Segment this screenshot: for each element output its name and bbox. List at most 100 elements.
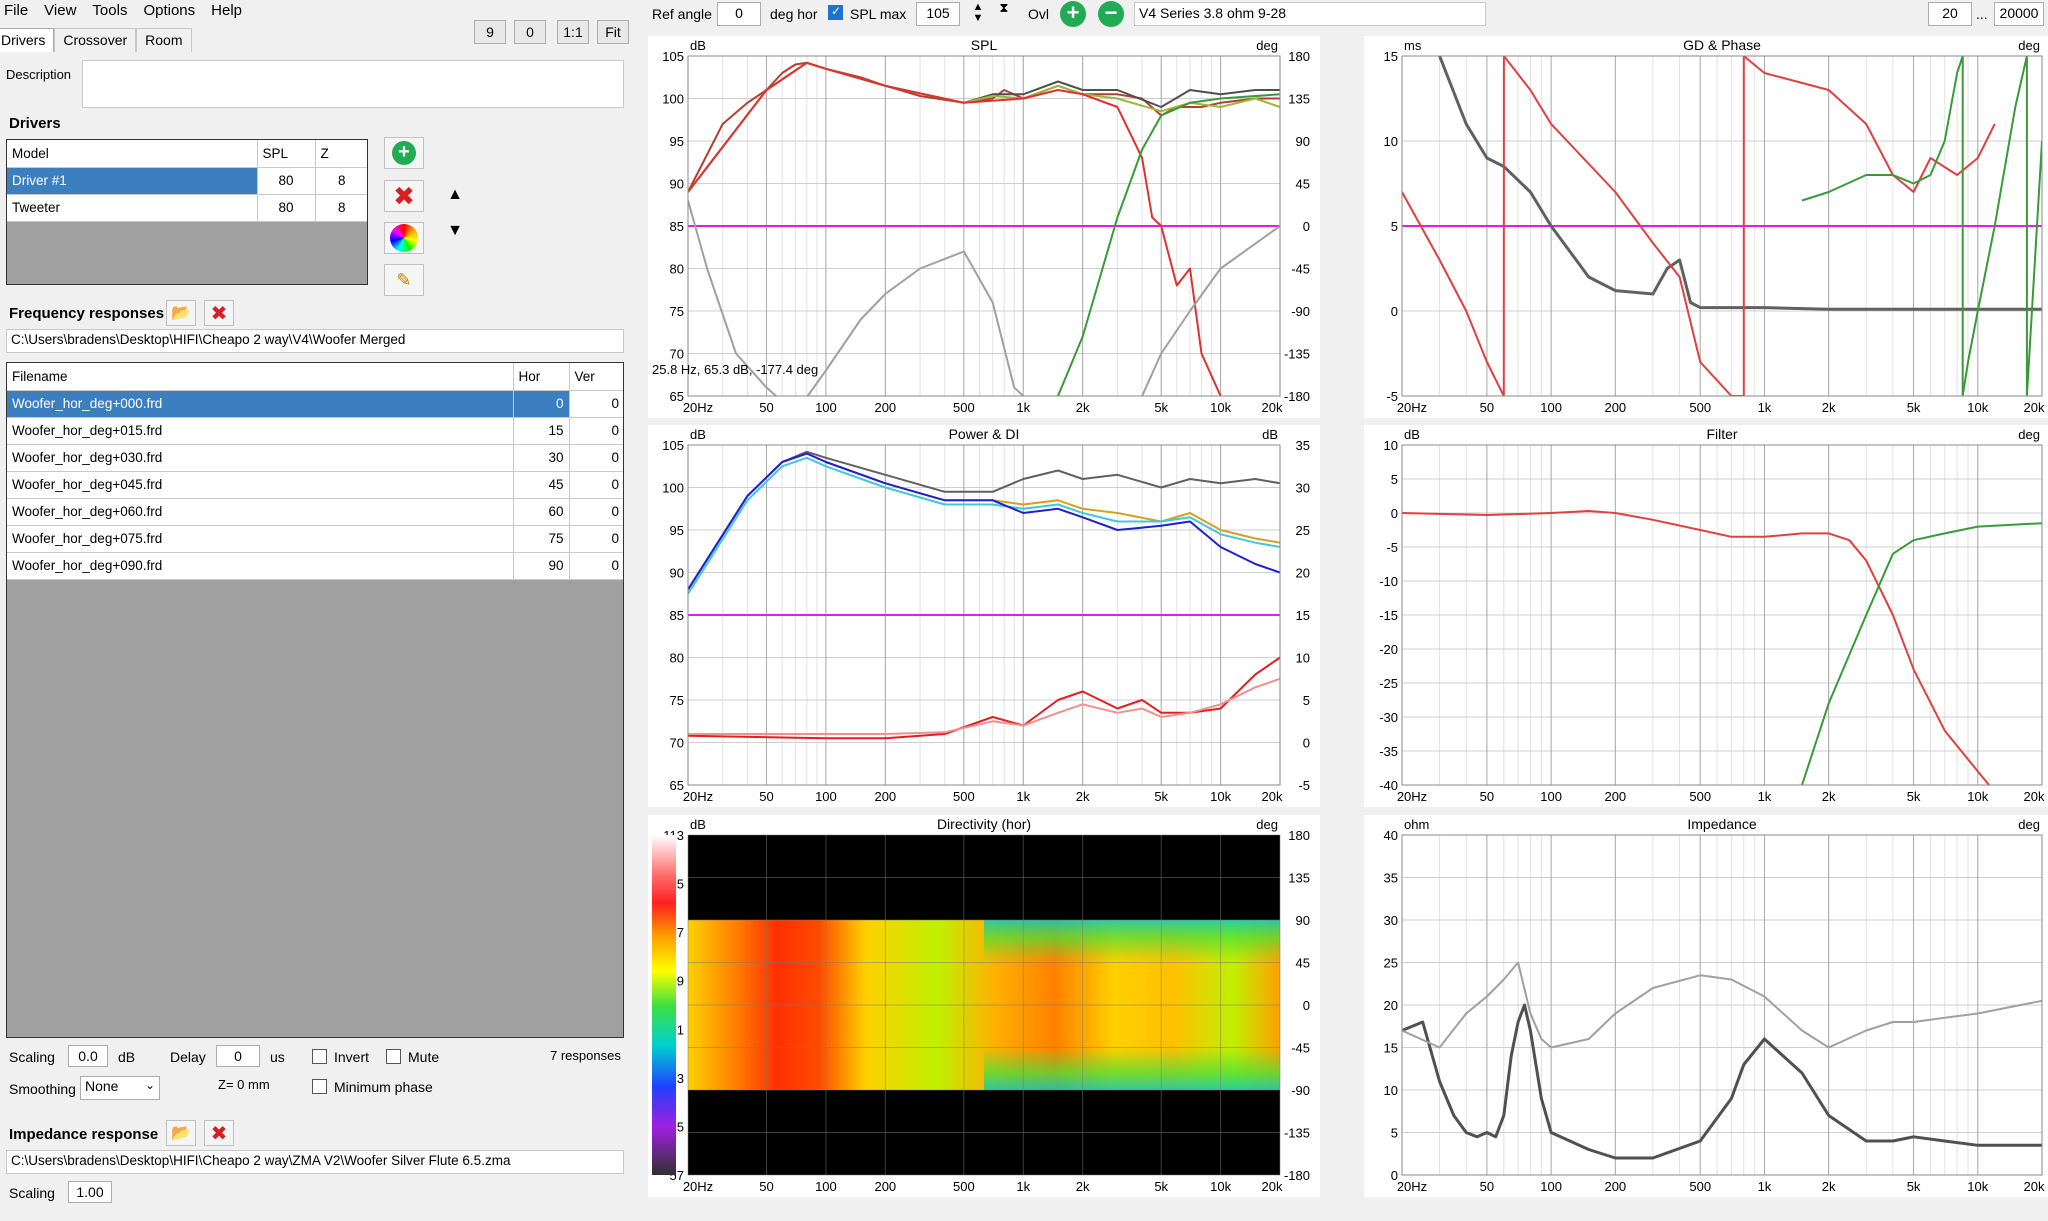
filter-chart[interactable]: Filter dB deg 10 5 0 -5 -10 -15 -20 -25 -30 -35 -40 20… — [1364, 425, 2048, 807]
freq-row[interactable]: Woofer_hor_deg+090.frd 90 0 — [7, 552, 623, 580]
driver-z[interactable]: 8 — [315, 167, 367, 195]
freq-hor[interactable]: 0 — [513, 390, 570, 418]
spl-max-input[interactable]: 105 — [916, 2, 960, 26]
ref-angle-input[interactable]: 0 — [717, 2, 761, 26]
col-model[interactable]: Model — [7, 140, 258, 168]
power-di-chart[interactable]: Power & DI dB dB 105 100 95 90 85 80 75 70 65 35 30 25… — [648, 425, 1320, 807]
hourglass-icon[interactable]: ⧗ — [994, 1, 1014, 26]
freq-hor[interactable]: 45 — [513, 471, 570, 499]
view-fit-button[interactable]: Fit — [597, 20, 629, 44]
mute-checkbox[interactable] — [386, 1049, 401, 1064]
smoothing-select[interactable]: None ⌄ — [80, 1076, 160, 1100]
spl-chart[interactable]: SPL dB deg 105 100 95 90 85 80 75 70 65 180 135 90 45 0-… — [648, 36, 1320, 418]
freq-filename[interactable]: Woofer_hor_deg+090.frd — [7, 552, 514, 580]
minimum-phase-checkbox[interactable] — [312, 1079, 327, 1094]
delay-input[interactable]: 0 — [216, 1045, 260, 1067]
freq-filename[interactable]: Woofer_hor_deg+015.frd — [7, 417, 514, 445]
col-spl[interactable]: SPL — [257, 140, 316, 168]
col-filename[interactable]: Filename — [7, 363, 514, 391]
freq-ver[interactable]: 0 — [569, 444, 623, 472]
smoothing-label: Smoothing — [9, 1081, 76, 1097]
col-ver[interactable]: Ver — [569, 363, 623, 391]
freq-hor[interactable]: 75 — [513, 525, 570, 553]
move-down-icon[interactable]: ▼ — [444, 222, 466, 244]
y-unit-label: dB — [690, 38, 706, 53]
directivity-chart[interactable]: Directivity (hor)dBdeg113105978981736557… — [648, 815, 1320, 1197]
driver-color-button[interactable] — [384, 222, 424, 254]
delete-driver-button[interactable]: ✖ — [384, 180, 424, 212]
gd-phase-chart[interactable]: GD & Phase ms deg 15 10 5 0 -5 20Hz 50 100 200 500 1k… — [1364, 36, 2048, 418]
freq-ver[interactable]: 0 — [569, 552, 623, 580]
x-tick-label: 200 — [1604, 789, 1626, 804]
freq-row[interactable]: Woofer_hor_deg+000.frd 0 0 — [7, 390, 623, 418]
freq-hor[interactable]: 90 — [513, 552, 570, 580]
freq-filename[interactable]: Woofer_hor_deg+030.frd — [7, 444, 514, 472]
freq-filename[interactable]: Woofer_hor_deg+000.frd — [7, 390, 514, 418]
x-tick-label: 20Hz — [683, 789, 713, 804]
col-hor[interactable]: Hor — [513, 363, 570, 391]
remove-minus-icon[interactable]: − — [1098, 1, 1124, 27]
project-name-field[interactable]: V4 Series 3.8 ohm 9-28 — [1134, 2, 1486, 26]
magic-wand-button[interactable]: ✎ — [384, 264, 424, 296]
freq-hor[interactable]: 15 — [513, 417, 570, 445]
imp-scaling-input[interactable]: 1.00 — [68, 1181, 112, 1203]
menu-options[interactable]: Options — [143, 0, 207, 22]
add-driver-button[interactable]: + — [384, 137, 424, 169]
freq-hor[interactable]: 60 — [513, 498, 570, 526]
freq-hor[interactable]: 30 — [513, 444, 570, 472]
freq-ver[interactable]: 0 — [569, 390, 623, 418]
driver-row-2[interactable]: Tweeter 80 8 — [7, 194, 367, 222]
freq-row[interactable]: Woofer_hor_deg+060.frd 60 0 — [7, 498, 623, 526]
driver-spl[interactable]: 80 — [257, 194, 316, 222]
driver-z[interactable]: 8 — [315, 194, 367, 222]
freq-ver[interactable]: 0 — [569, 525, 623, 553]
freq-max-input[interactable]: 20000 — [1994, 2, 2044, 26]
view-9-button[interactable]: 9 — [474, 20, 506, 44]
menu-view[interactable]: View — [44, 0, 88, 22]
tab-drivers[interactable]: Drivers — [0, 28, 55, 52]
move-up-icon[interactable]: ▲ — [444, 186, 466, 208]
menu-tools[interactable]: Tools — [92, 0, 139, 22]
view-1to1-button[interactable]: 1:1 — [557, 20, 589, 44]
fr-scaling-input[interactable]: 0.0 — [68, 1045, 108, 1067]
clear-freq-button[interactable]: ✖ — [204, 300, 234, 326]
impedance-path-field[interactable]: C:\Users\bradens\Desktop\HIFI\Cheapo 2 w… — [6, 1150, 624, 1174]
open-freq-button[interactable]: 📂 — [166, 300, 196, 326]
spl-max-checkbox[interactable] — [828, 4, 843, 20]
add-plus-icon[interactable]: + — [1060, 1, 1086, 27]
tab-crossover[interactable]: Crossover — [54, 28, 137, 52]
freq-row[interactable]: Woofer_hor_deg+030.frd 30 0 — [7, 444, 623, 472]
driver-spl[interactable]: 80 — [257, 167, 316, 195]
x-tick-label: 5k — [1154, 1179, 1168, 1194]
freq-filename[interactable]: Woofer_hor_deg+045.frd — [7, 471, 514, 499]
impedance-chart[interactable]: Impedance ohm deg 40 35 30 25 20 15 10 5 0 20Hz 50 100… — [1364, 815, 2048, 1197]
menu-file[interactable]: File — [4, 0, 40, 22]
tab-room[interactable]: Room — [136, 28, 192, 52]
freq-row[interactable]: Woofer_hor_deg+015.frd 15 0 — [7, 417, 623, 445]
driver-model[interactable]: Tweeter — [7, 194, 258, 222]
y2-tick-label: 90 — [1296, 913, 1310, 928]
freq-path-field[interactable]: C:\Users\bradens\Desktop\HIFI\Cheapo 2 w… — [6, 329, 624, 353]
freq-range-separator: ... — [1976, 6, 1988, 22]
freq-ver[interactable]: 0 — [569, 498, 623, 526]
spl-stepper-icon[interactable]: ▲ ▼ — [968, 2, 988, 26]
col-z[interactable]: Z — [315, 140, 367, 168]
freq-ver[interactable]: 0 — [569, 471, 623, 499]
x-tick-label: 50 — [1480, 1179, 1494, 1194]
y2-tick-label: -180 — [1284, 1168, 1310, 1183]
driver-row-1[interactable]: Driver #1 80 8 — [7, 167, 367, 195]
open-impedance-button[interactable]: 📂 — [166, 1120, 196, 1146]
freq-ver[interactable]: 0 — [569, 417, 623, 445]
clear-impedance-button[interactable]: ✖ — [204, 1120, 234, 1146]
freq-row[interactable]: Woofer_hor_deg+075.frd 75 0 — [7, 525, 623, 553]
freq-filename[interactable]: Woofer_hor_deg+060.frd — [7, 498, 514, 526]
menu-help[interactable]: Help — [211, 0, 254, 22]
freq-min-input[interactable]: 20 — [1928, 2, 1972, 26]
freq-filename[interactable]: Woofer_hor_deg+075.frd — [7, 525, 514, 553]
menu-bar: File View Tools Options Help — [0, 0, 462, 22]
freq-row[interactable]: Woofer_hor_deg+045.frd 45 0 — [7, 471, 623, 499]
driver-model[interactable]: Driver #1 — [7, 167, 258, 195]
view-0-button[interactable]: 0 — [514, 20, 546, 44]
description-field[interactable] — [82, 60, 624, 108]
invert-checkbox[interactable] — [312, 1049, 327, 1064]
